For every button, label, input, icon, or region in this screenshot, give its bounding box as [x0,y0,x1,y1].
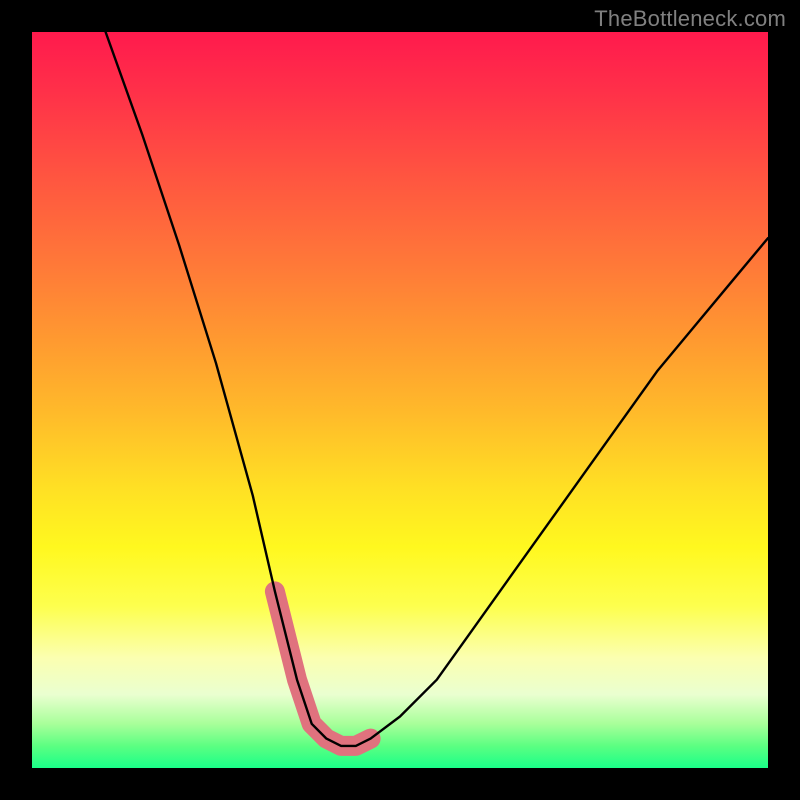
chart-frame: TheBottleneck.com [0,0,800,800]
bottleneck-curve [106,32,768,746]
watermark-label: TheBottleneck.com [594,6,786,32]
valley-highlight [275,591,371,746]
plot-area [32,32,768,768]
curve-layer [32,32,768,768]
